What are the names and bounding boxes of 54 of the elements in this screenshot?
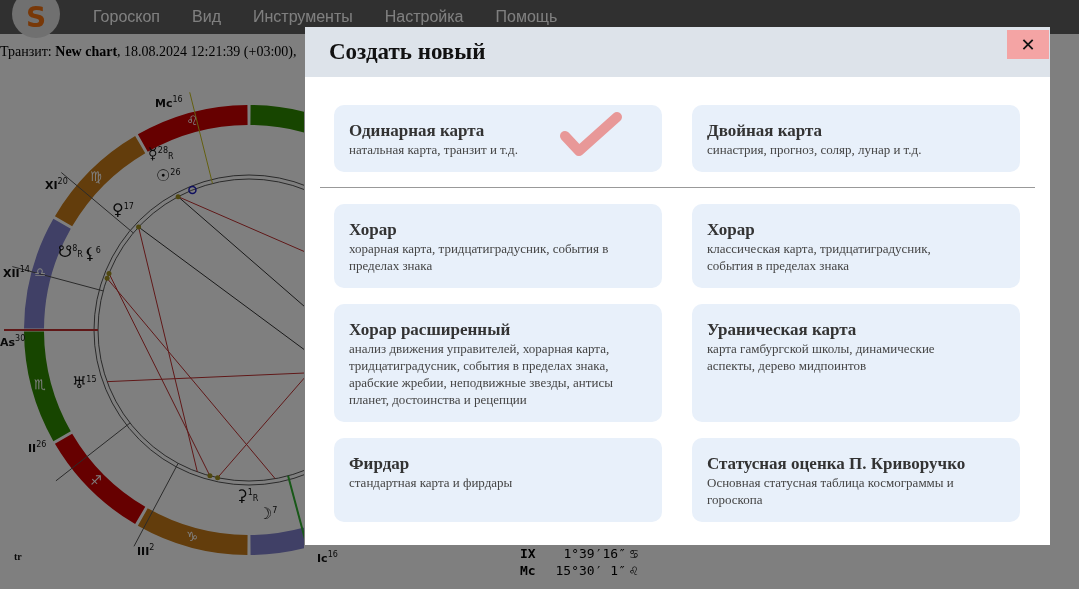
zodiac-sign: ♎ (34, 266, 46, 280)
house-cusp-label: XI$^{20}$ (45, 177, 68, 192)
planet-label: ♀$^{17}$ (112, 202, 134, 218)
card-title: Хорар расширенный (349, 320, 512, 340)
house-cusp-label: Mc$^{16}$ (155, 95, 183, 110)
planet-label: ♅$^{15}$ (72, 375, 97, 391)
dialog-title: Создать новый (329, 39, 486, 65)
house-cusp-label: II$^{26}$ (28, 440, 47, 455)
chart-type-card[interactable]: Статусная оценка П. Криворучко Основная статусная таблица космограммы и гороскопа (692, 438, 1020, 522)
card-title: Хорар (707, 220, 756, 240)
planet-label: ⚳$^{1}$ R (236, 488, 259, 504)
house-cusp-label: XII$^{14}$ (3, 265, 30, 280)
chart-type-card[interactable]: Ураническая карта карта гамбургской школы, динамические аспекты, дерево мидпоинтов (692, 304, 1020, 422)
planet-label: ☿$^{28}$ R (148, 146, 174, 162)
card-title: Двойная карта (707, 121, 824, 141)
house-cusp-label: Ic$^{16}$ (317, 550, 338, 565)
chart-type-card[interactable]: Хорар хорарная карта, тридцатиградусник, события в пределах знака (334, 204, 662, 288)
card-description: синастрия, прогноз, соляр, лунар и т.д. (707, 141, 923, 158)
card-title: Фирдар (349, 454, 411, 474)
chart-type-card[interactable]: Хорар расширенный анализ движения управителей, хорарная карта, тридцатиградусник, события в пределах знака, арабские жребии, неподвижные звезды, антисы планет, достоинства и рецепции (334, 304, 662, 422)
chart-type-card[interactable]: Хорар классическая карта, тридцатиградусник, события в пределах знака (692, 204, 1020, 288)
card-title: Хорар (349, 220, 398, 240)
position-value: 1°39′16″ (562, 546, 627, 561)
planet-label: ☽$^{7}$ (258, 506, 278, 522)
chart-type-card[interactable]: Двойная карта синастрия, прогноз, соляр, лунар и т.д. (692, 105, 1020, 172)
planet-label: ☋$^{8}$ R (58, 244, 83, 260)
zodiac-sign: ♋ (630, 546, 639, 561)
card-description: классическая карта, тридцатиградусник, события в пределах знака (707, 240, 932, 274)
house-cusp-label: III$^{2}$ (137, 543, 155, 558)
card-description: хорарная карта, тридцатиградусник, события в пределах знака (349, 240, 610, 274)
card-description: анализ движения управителей, хорарная карта, тридцатиградусник, события в пределах знака, арабские жребии, неподвижные звезды, антисы планет, достоинства и рецепции (349, 340, 614, 408)
chart-corner-label: tr (14, 551, 22, 562)
card-title: Одинарная карта (349, 121, 486, 141)
position-value: 15°30′ 1″ (554, 563, 627, 578)
card-description: натальная карта, транзит и т.д. (349, 141, 519, 158)
zodiac-sign: ♍ (89, 169, 102, 183)
card-title: Статусная оценка П. Криворучко (707, 454, 967, 474)
card-description: Основная статусная таблица космограммы и гороскопа (707, 474, 955, 508)
card-description: карта гамбургской школы, динамические аспекты, дерево мидпоинтов (707, 340, 936, 374)
zodiac-sign: ♐ (89, 474, 102, 487)
zodiac-sign: ♌ (186, 114, 198, 128)
chart-type-card[interactable]: Фирдар стандартная карта и фирдары (334, 438, 662, 522)
point-name: IX (520, 546, 537, 561)
zodiac-sign: ♏ (34, 377, 46, 391)
card-description: стандартная карта и фирдары (349, 474, 514, 491)
close-button[interactable]: ✕ (1007, 30, 1049, 59)
planet-label: ⚸$^{6}$ (84, 246, 101, 262)
chart-info: Транзит: New chart, 18.08.2024 12:21:39 (+03:00), (0, 44, 297, 60)
zodiac-sign: ♑ (186, 529, 198, 543)
planet-label: ☉$^{26}$ (156, 168, 181, 184)
card-title: Ураническая карта (707, 320, 858, 340)
point-name: Mc (520, 563, 537, 578)
chart-type-card[interactable]: Одинарная карта натальная карта, транзит и т.д. (334, 105, 662, 172)
zodiac-sign: ♌ (630, 563, 639, 578)
